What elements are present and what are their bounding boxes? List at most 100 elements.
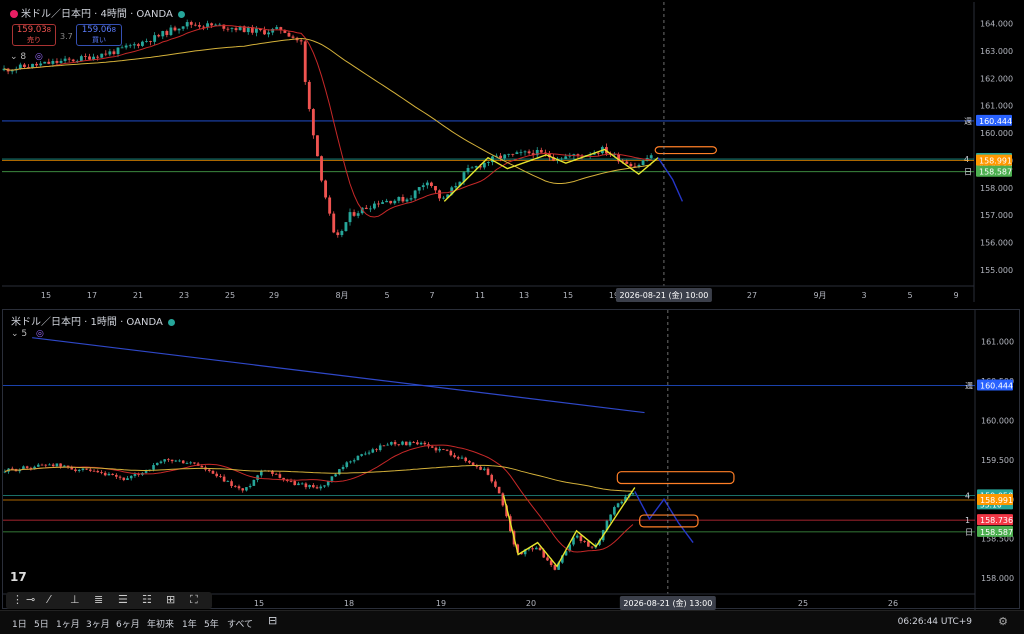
candle-body: [63, 58, 67, 61]
candle-body: [401, 441, 404, 445]
candle-body: [177, 28, 181, 31]
indicators-toggle-1h[interactable]: ⌄ 5 ◎: [11, 329, 44, 339]
moving-average-slow: [3, 37, 652, 184]
candle-body: [385, 200, 389, 203]
candle-body: [479, 466, 482, 470]
spread-value: 3.7: [60, 32, 73, 41]
zigzag-line: [443, 148, 659, 202]
candle-body: [165, 31, 169, 35]
candle-body: [499, 155, 503, 159]
time-axis-label: 18: [344, 599, 354, 608]
chart-1h-svg[interactable]: 161.000160.500160.000159.500159.000158.5…: [3, 310, 1021, 610]
time-axis-label: 9: [953, 291, 958, 300]
channel-tool-icon[interactable]: ☷: [142, 593, 152, 606]
time-axis-label: 11: [475, 291, 485, 300]
market-open-icon: [167, 318, 175, 326]
candle-body: [145, 41, 148, 42]
candle-body: [159, 461, 163, 463]
candle-body: [74, 469, 77, 471]
candle-body: [538, 547, 542, 551]
indicator-settings-icon[interactable]: ◎: [36, 329, 44, 339]
candle-body: [85, 468, 88, 470]
sell-button[interactable]: 159.038 売り: [12, 24, 56, 46]
candle-body: [163, 459, 166, 462]
candle-body: [511, 153, 515, 155]
candle-body: [470, 167, 474, 169]
buy-button[interactable]: 159.068 買い: [76, 24, 122, 46]
candle-body: [445, 449, 449, 451]
candle-body: [324, 180, 328, 198]
chart-pane-1h[interactable]: 161.000160.500160.000159.500159.000158.5…: [2, 309, 1021, 610]
buy-price-suffix: 8: [111, 26, 117, 34]
long-term-average-line: [32, 337, 645, 414]
candle-body: [546, 557, 549, 561]
candle-body: [48, 464, 51, 466]
pitchfork-tool-icon[interactable]: ☰: [118, 593, 128, 606]
indicator-settings-icon[interactable]: ◎: [35, 52, 43, 62]
level-tag: 4: [964, 155, 969, 164]
candle-body: [89, 469, 92, 471]
candle-body: [503, 154, 507, 159]
candle-body: [393, 200, 397, 204]
candle-body: [620, 501, 624, 504]
horizontal-line-tool-icon[interactable]: ⊸: [26, 593, 35, 606]
symbol-logo-icon: [10, 10, 18, 18]
timeframe-1m[interactable]: 1ヶ月: [56, 617, 80, 630]
chart-4h-svg[interactable]: 164.000 163.000 162.000 161.000 160.000 159.0…: [2, 2, 1020, 302]
candle-body: [210, 23, 214, 26]
candle-body: [631, 493, 635, 495]
candle-body: [55, 463, 59, 467]
candle-body: [140, 41, 144, 46]
candle-body: [442, 197, 446, 199]
chart-4h-title-text: 米ドル／日本円 · 4時間 · OANDA: [21, 9, 173, 20]
candle-body: [587, 541, 590, 547]
price-axis-label: 157.000: [980, 211, 1013, 220]
timeframe-5y[interactable]: 5年: [204, 617, 219, 630]
date-range-icon[interactable]: ⊟: [268, 614, 277, 627]
time-axis-label: 15: [563, 291, 573, 300]
sell-label: 売り: [27, 36, 41, 44]
timeframe-5d[interactable]: 5日: [34, 617, 49, 630]
level-tag: 週: [964, 117, 972, 126]
candle-body: [297, 483, 300, 486]
candle-body: [181, 26, 185, 29]
chart-pane-4h[interactable]: 164.000 163.000 162.000 161.000 160.000 159.0…: [2, 2, 1020, 302]
chevron-down-icon: ⌄: [11, 329, 19, 339]
candle-body: [185, 463, 189, 464]
range-tool-icon[interactable]: ⛶: [190, 593, 198, 607]
candle-body: [616, 503, 620, 508]
candle-body: [111, 473, 114, 475]
timeframe-all[interactable]: すべて: [227, 617, 253, 630]
timeframe-1d[interactable]: 1日: [12, 617, 27, 630]
level-price-label: 160.444: [979, 117, 1012, 126]
timeframe-6m[interactable]: 6ヶ月: [116, 617, 140, 630]
candle-body: [252, 479, 256, 486]
sell-price: 159.03: [16, 25, 47, 35]
time-axis-label: 13: [519, 291, 529, 300]
gear-icon[interactable]: ⚙: [998, 615, 1008, 628]
candle-body: [116, 47, 120, 54]
timeframe-1y[interactable]: 1年: [182, 617, 197, 630]
drag-handle-icon[interactable]: ⋮: [12, 593, 23, 606]
candle-body: [576, 154, 580, 156]
candle-body: [579, 535, 583, 542]
level-tag: 1: [965, 516, 970, 525]
trend-line-tool-icon[interactable]: ⁄: [48, 593, 50, 606]
vertical-line-tool-icon[interactable]: ⊥: [70, 593, 80, 606]
candle-body: [185, 22, 189, 27]
time-axis-label: 15: [254, 599, 264, 608]
indicators-toggle[interactable]: ⌄ 8 ◎: [10, 52, 43, 62]
candle-body: [206, 23, 209, 27]
time-axis-label: 15: [41, 291, 51, 300]
timeframe-ytd[interactable]: 年初来: [147, 617, 174, 630]
candle-body: [494, 481, 497, 487]
candle-body: [389, 200, 393, 204]
indicator-count-1h: 5: [21, 329, 28, 339]
fib-tool-icon[interactable]: ≣: [94, 593, 103, 606]
candle-body: [323, 485, 326, 487]
timeframe-3m[interactable]: 3ヶ月: [86, 617, 110, 630]
price-axis-label: 160.000: [981, 416, 1014, 425]
candle-body: [320, 156, 323, 181]
candle-body: [515, 152, 519, 155]
grid-tool-icon[interactable]: ⊞: [166, 593, 175, 606]
